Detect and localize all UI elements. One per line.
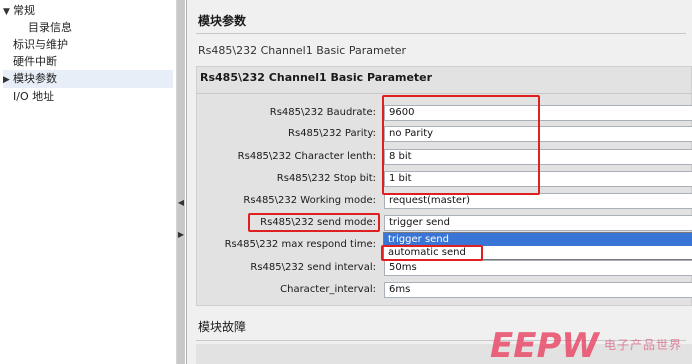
module-fault-title: 模块故障 [198, 320, 247, 334]
char-length-label: Rs485\232 Character lenth: [237, 151, 376, 162]
nav-item-label: 常规 [13, 4, 35, 17]
stop-bit-label: Rs485\232 Stop bit: [276, 173, 376, 184]
annotation-box-automatic-send [381, 245, 483, 261]
send-interval-field[interactable]: 50ms [384, 260, 692, 276]
nav-item-label: 目录信息 [28, 21, 72, 34]
watermark-caption: 电子产品世界 [604, 338, 683, 352]
send-interval-label: Rs485\232 send interval: [250, 262, 376, 273]
nav-item-hardware-interrupt[interactable]: 硬件中断 [13, 53, 57, 71]
working-mode-label: Rs485\232 Working mode: [243, 195, 376, 206]
nav-item-label: 标识与维护 [13, 38, 68, 51]
svg-text:EEPW: EEPW [490, 326, 600, 364]
parity-label: Rs485\232 Parity: [288, 128, 376, 139]
nav-item-label: I/O 地址 [13, 90, 55, 103]
nav-item-module-params[interactable]: ▶ 模块参数 [3, 70, 173, 88]
nav-item-general[interactable]: ▼ 常规 [3, 2, 35, 20]
sub-title: Rs485\232 Channel1 Basic Parameter [198, 44, 407, 57]
send-mode-select[interactable]: trigger send [384, 215, 692, 231]
nav-item-label: 模块参数 [13, 72, 57, 85]
app-window: ▼ 常规 目录信息 标识与维护 硬件中断 ▶ 模块参数 I/O 地址 ◀ ▶ 模块参… [0, 0, 692, 364]
nav-item-catalog[interactable]: 目录信息 [28, 19, 72, 37]
baudrate-label: Rs485\232 Baudrate: [269, 107, 376, 118]
annotation-box-basic-params [382, 95, 540, 195]
divider [196, 93, 692, 94]
divider [196, 33, 686, 34]
nav-tree: ▼ 常规 目录信息 标识与维护 硬件中断 ▶ 模块参数 I/O 地址 [0, 0, 177, 364]
expand-arrow-icon[interactable]: ▶ [3, 71, 13, 89]
collapse-arrow-icon[interactable]: ▼ [3, 3, 13, 21]
char-interval-label: Character_interval: [280, 284, 376, 295]
panel-splitter[interactable]: ◀ ▶ [177, 0, 185, 364]
group-title: Rs485\232 Channel1 Basic Parameter [200, 71, 433, 84]
char-interval-field[interactable]: 6ms [384, 282, 692, 298]
collapse-left-icon[interactable]: ◀ [177, 196, 185, 210]
annotation-box-send-mode [248, 213, 380, 232]
nav-item-identification[interactable]: 标识与维护 [13, 36, 68, 54]
working-mode-field[interactable]: request(master) [384, 193, 692, 209]
main-panel: 模块参数 Rs485\232 Channel1 Basic Parameter … [186, 0, 692, 364]
expand-right-icon[interactable]: ▶ [177, 228, 185, 242]
nav-item-label: 硬件中断 [13, 55, 57, 68]
section-title: 模块参数 [198, 14, 247, 28]
nav-item-io-address[interactable]: I/O 地址 [13, 88, 54, 106]
max-respond-time-label: Rs485\232 max respond time: [224, 239, 376, 250]
eepw-watermark: EEPW 电子产品世界 [488, 324, 692, 364]
